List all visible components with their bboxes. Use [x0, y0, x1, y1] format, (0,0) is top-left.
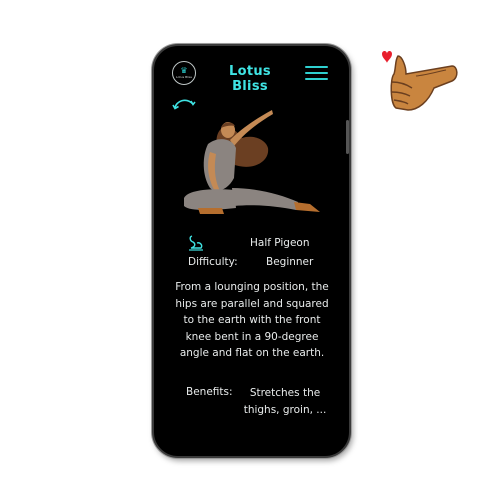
- app-title: Lotus Bliss: [229, 64, 271, 94]
- difficulty-label: Difficulty:: [188, 256, 238, 268]
- yoga-pose-illustration: [184, 110, 320, 214]
- benefits-text: Stretches the thighs, groin, ...: [243, 387, 327, 416]
- pose-description: From a lounging position, the hips are p…: [175, 281, 329, 359]
- pose-swan-icon: [189, 235, 203, 251]
- heart-icon: [382, 51, 392, 63]
- difficulty-value: Beginner: [266, 256, 314, 268]
- crown-icon: ♛: [180, 66, 188, 75]
- benefits-label: Benefits:: [186, 386, 233, 398]
- phone-side-button: [346, 120, 349, 154]
- logo-icon[interactable]: ♛ Lotus Bliss: [172, 61, 196, 85]
- logo-caption: Lotus Bliss: [176, 75, 192, 79]
- thumbs-up-icon: [382, 51, 458, 111]
- menu-icon[interactable]: [305, 66, 328, 81]
- pose-name: Half Pigeon: [250, 237, 310, 249]
